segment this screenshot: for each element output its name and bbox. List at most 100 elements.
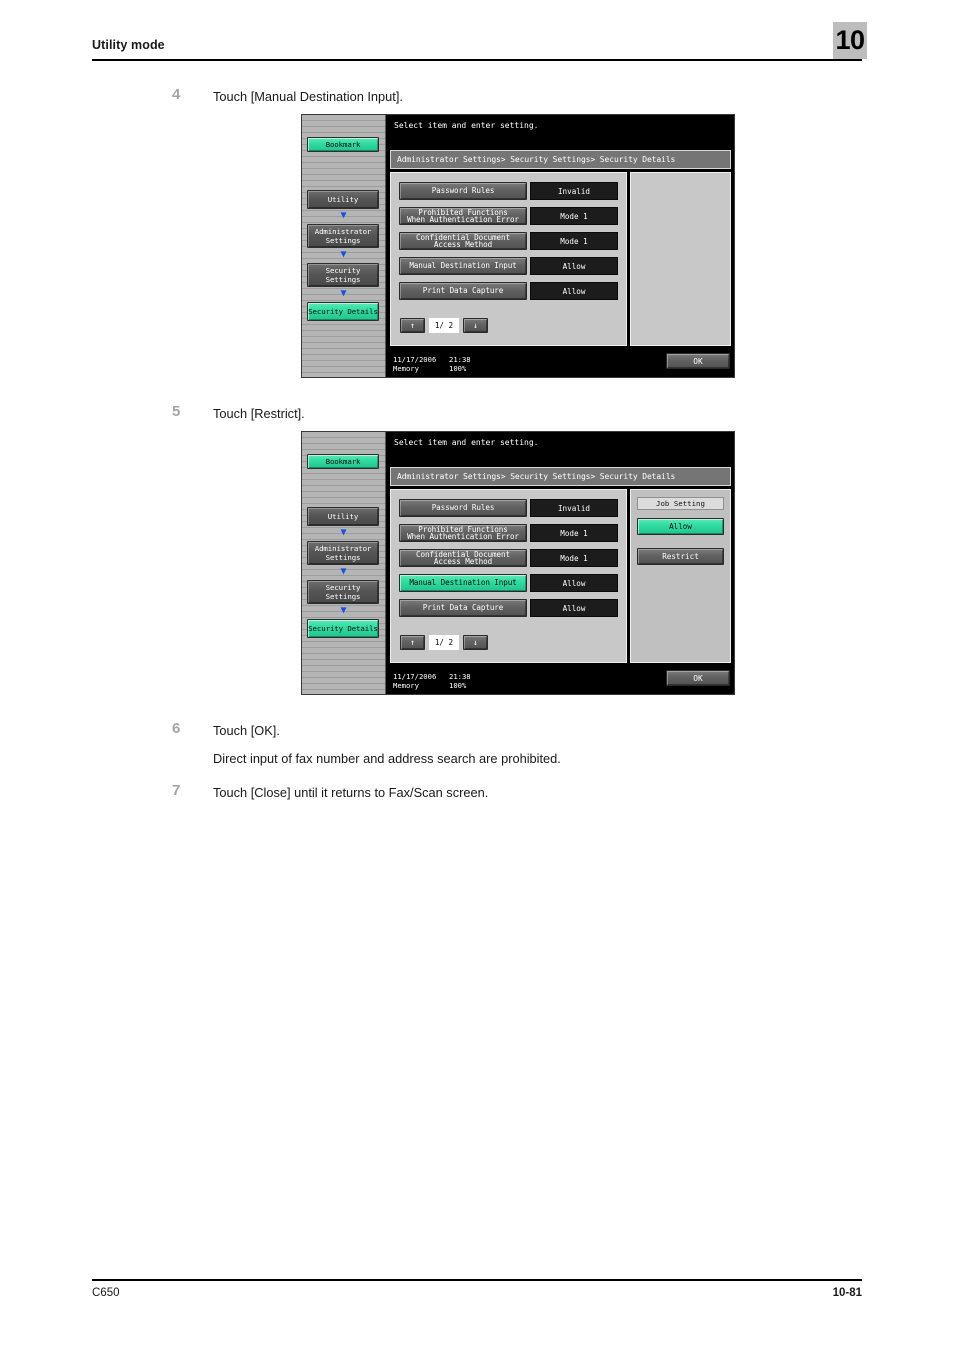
panel2-job-setting-restrict-button[interactable]: Restrict xyxy=(637,548,724,565)
panel1-status-date: 11/17/2006 xyxy=(393,355,437,364)
panel1-flow-arrow-2-icon: ▼ xyxy=(340,249,347,260)
panel1-sidebar-item-administrator-settings[interactable]: Administrator Settings xyxy=(307,224,379,248)
panel2-message-bar: Select item and enter setting. xyxy=(387,432,734,464)
panel1-setting-key[interactable]: Confidential Document Access Method xyxy=(399,232,527,250)
panel2-status-date: 11/17/2006 xyxy=(393,672,437,681)
panel1-flow-arrow-3-icon: ▼ xyxy=(340,288,347,299)
panel2-flow-arrow-3-icon: ▼ xyxy=(340,605,347,616)
panel1-sidebar-item-security-settings[interactable]: Security Settings xyxy=(307,263,379,287)
panel1-status-memory-label: Memory xyxy=(393,364,419,373)
panel1-settings-list: Password Rules Invalid Prohibited Functi… xyxy=(390,172,627,346)
panel1-setting-value: Allow xyxy=(530,257,618,275)
panel2-setting-row-prohibited-functions[interactable]: Prohibited Functions When Authentication … xyxy=(399,524,618,542)
panel2-main-area: Administrator Settings> Security Setting… xyxy=(387,464,734,666)
page-header: Utility mode 10 xyxy=(92,22,867,78)
panel2-setting-key[interactable]: Prohibited Functions When Authentication … xyxy=(399,524,527,542)
panel2-setting-key[interactable]: Confidential Document Access Method xyxy=(399,549,527,567)
panel2-status-memory-value: 100% xyxy=(449,681,467,690)
panel1-content: Password Rules Invalid Prohibited Functi… xyxy=(390,172,731,346)
panel2-sidebar-item-administrator-settings[interactable]: Administrator Settings xyxy=(307,541,379,565)
panel2-ok-button[interactable]: OK xyxy=(666,670,730,686)
panel2-page-down-icon[interactable]: ↓ xyxy=(463,635,488,650)
panel1-setting-key[interactable]: Password Rules xyxy=(399,182,527,200)
panel1-setting-row-confidential-document[interactable]: Confidential Document Access Method Mode … xyxy=(399,232,618,250)
panel2-setting-key[interactable]: Print Data Capture xyxy=(399,599,527,617)
panel1-main-area: Administrator Settings> Security Setting… xyxy=(387,147,734,349)
step-6-main-text: Touch [OK]. xyxy=(213,723,280,738)
panel1-shortcut-sidebar: Bookmark Utility ▼ Administrator Setting… xyxy=(302,115,386,377)
panel2-page-up-icon[interactable]: ↑ xyxy=(400,635,425,650)
panel1-setting-key[interactable]: Print Data Capture xyxy=(399,282,527,300)
panel1-option-area xyxy=(630,172,731,346)
operation-panel-screenshot-2: Bookmark Utility ▼ Administrator Setting… xyxy=(301,431,735,695)
panel1-status-bar: 11/17/2006 21:38 Memory 100% OK xyxy=(387,349,734,377)
panel2-status-time: 21:38 xyxy=(449,672,471,681)
panel2-sidebar-item-security-settings[interactable]: Security Settings xyxy=(307,580,379,604)
panel2-key-line2: When Authentication Error xyxy=(407,532,519,541)
step-text: Touch [Close] until it returns to Fax/Sc… xyxy=(213,785,489,800)
panel2-job-setting-area: Job Setting Allow Restrict xyxy=(630,489,731,663)
panel1-ok-button[interactable]: OK xyxy=(666,353,730,369)
panel1-sidebar-item-utility[interactable]: Utility xyxy=(307,190,379,209)
step-number: 5 xyxy=(172,403,181,420)
panel2-setting-key[interactable]: Password Rules xyxy=(399,499,527,517)
panel1-pager: ↑ 1/ 2 ↓ xyxy=(400,318,488,333)
panel1-setting-row-password-rules[interactable]: Password Rules Invalid xyxy=(399,182,618,200)
page-footer: C650 10-81 xyxy=(92,1279,862,1309)
panel2-setting-key-selected[interactable]: Manual Destination Input xyxy=(399,574,527,592)
panel1-flow-arrow-1-icon: ▼ xyxy=(340,210,347,221)
panel2-setting-row-confidential-document[interactable]: Confidential Document Access Method Mode … xyxy=(399,549,618,567)
panel2-job-setting-allow-button[interactable]: Allow xyxy=(637,518,724,535)
panel1-setting-row-manual-destination-input[interactable]: Manual Destination Input Allow xyxy=(399,257,618,275)
panel1-sidebar-item-security-details[interactable]: Security Details xyxy=(307,302,379,321)
step-text: Touch [Manual Destination Input]. xyxy=(213,89,403,104)
panel1-page-up-icon[interactable]: ↑ xyxy=(400,318,425,333)
footer-page-number: 10-81 xyxy=(832,1287,862,1299)
panel1-page-down-icon[interactable]: ↓ xyxy=(463,318,488,333)
panel2-breadcrumb: Administrator Settings> Security Setting… xyxy=(390,467,731,486)
panel2-settings-list: Password Rules Invalid Prohibited Functi… xyxy=(390,489,627,663)
panel1-setting-row-print-data-capture[interactable]: Print Data Capture Allow xyxy=(399,282,618,300)
panel2-setting-row-password-rules[interactable]: Password Rules Invalid xyxy=(399,499,618,517)
panel1-status-time: 21:38 xyxy=(449,355,471,364)
panel2-pager: ↑ 1/ 2 ↓ xyxy=(400,635,488,650)
chapter-number-badge: 10 xyxy=(833,22,867,59)
panel1-setting-value: Mode 1 xyxy=(530,207,618,225)
panel2-bookmark-button[interactable]: Bookmark xyxy=(307,454,379,469)
panel1-key-line2: When Authentication Error xyxy=(407,215,519,224)
panel1-setting-key[interactable]: Manual Destination Input xyxy=(399,257,527,275)
step-6-sub-text: Direct input of fax number and address s… xyxy=(213,751,561,766)
panel1-setting-value: Mode 1 xyxy=(530,232,618,250)
panel1-setting-value: Invalid xyxy=(530,182,618,200)
panel2-setting-value: Allow xyxy=(530,599,618,617)
panel2-content: Password Rules Invalid Prohibited Functi… xyxy=(390,489,731,663)
step-text: Touch [OK]. Direct input of fax number a… xyxy=(213,722,853,767)
panel2-sidebar-item-utility[interactable]: Utility xyxy=(307,507,379,526)
panel2-status-memory-label: Memory xyxy=(393,681,419,690)
step-text: Touch [Restrict]. xyxy=(213,406,305,421)
panel2-job-setting-title: Job Setting xyxy=(637,497,724,510)
panel2-setting-row-print-data-capture[interactable]: Print Data Capture Allow xyxy=(399,599,618,617)
panel2-status-bar: 11/17/2006 21:38 Memory 100% OK xyxy=(387,666,734,694)
panel2-setting-value: Invalid xyxy=(530,499,618,517)
operation-panel-screenshot-1: Bookmark Utility ▼ Administrator Setting… xyxy=(301,114,735,378)
panel2-setting-row-manual-destination-input[interactable]: Manual Destination Input Allow xyxy=(399,574,618,592)
step-number: 4 xyxy=(172,86,181,103)
step-number: 6 xyxy=(172,720,181,737)
step-number: 7 xyxy=(172,782,181,799)
panel2-sidebar-item-security-details[interactable]: Security Details xyxy=(307,619,379,638)
header-divider xyxy=(92,59,862,61)
panel1-setting-key[interactable]: Prohibited Functions When Authentication … xyxy=(399,207,527,225)
panel1-setting-row-prohibited-functions[interactable]: Prohibited Functions When Authentication … xyxy=(399,207,618,225)
footer-model-name: C650 xyxy=(92,1287,120,1299)
panel1-page-indicator: 1/ 2 xyxy=(429,318,459,333)
panel1-breadcrumb: Administrator Settings> Security Setting… xyxy=(390,150,731,169)
footer-divider xyxy=(92,1279,862,1281)
panel1-setting-value: Allow xyxy=(530,282,618,300)
header-title: Utility mode xyxy=(92,38,165,52)
panel2-setting-value: Mode 1 xyxy=(530,524,618,542)
panel1-bookmark-button[interactable]: Bookmark xyxy=(307,137,379,152)
panel2-shortcut-sidebar: Bookmark Utility ▼ Administrator Setting… xyxy=(302,432,386,694)
panel1-status-memory-value: 100% xyxy=(449,364,467,373)
panel2-setting-value: Allow xyxy=(530,574,618,592)
